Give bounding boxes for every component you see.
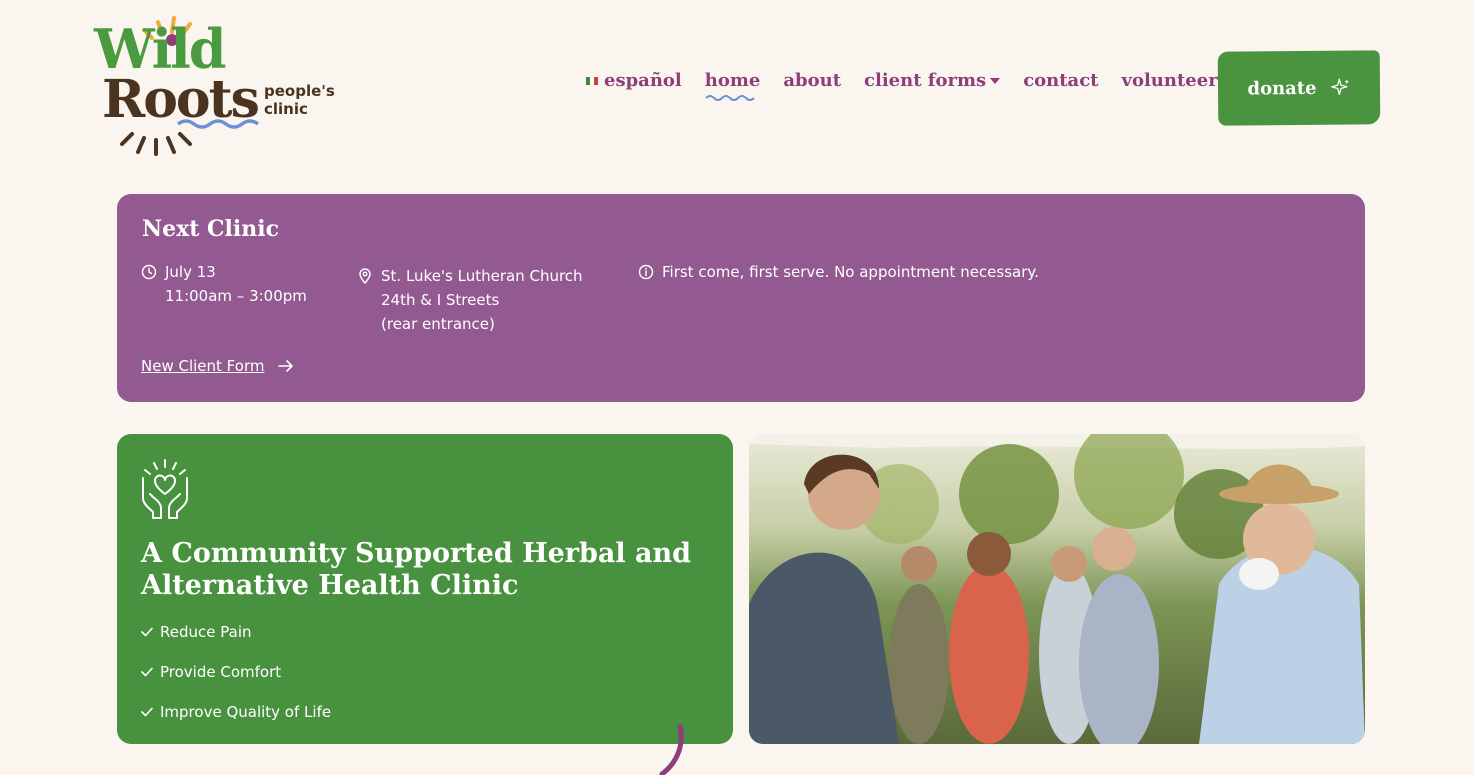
nav-item-client-forms[interactable]: client forms — [864, 70, 1001, 91]
new-client-form-label: New Client Form — [141, 357, 265, 375]
main-nav: español home about client forms contact … — [586, 70, 1241, 101]
market-scene-illustration — [749, 434, 1365, 744]
clinic-note-info: First come, first serve. No appointment … — [638, 260, 1039, 284]
info-icon — [638, 264, 654, 280]
hero-title: A Community Supported Herbal and Alterna… — [141, 538, 692, 601]
caret-down-icon — [990, 77, 1001, 84]
clinic-community-photo — [749, 434, 1365, 744]
clinic-time: 11:00am – 3:00pm — [165, 287, 307, 305]
list-item: Provide Comfort — [141, 652, 331, 692]
arrow-right-icon — [278, 360, 294, 372]
nav-item-about[interactable]: about — [783, 70, 841, 91]
nav-item-contact[interactable]: contact — [1023, 70, 1098, 91]
benefit-label: Provide Comfort — [160, 663, 282, 681]
list-item: Reduce Pain — [141, 612, 331, 652]
new-client-form-link[interactable]: New Client Form — [141, 357, 294, 375]
heart-hands-icon — [142, 459, 188, 519]
clinic-location-street: 24th & I Streets — [381, 291, 500, 309]
nav-label: volunteer — [1121, 70, 1218, 91]
nav-label: contact — [1023, 70, 1099, 91]
benefit-label: Improve Quality of Life — [160, 703, 332, 721]
clinic-date: July 13 — [165, 263, 216, 281]
check-icon — [141, 627, 153, 637]
logo-tagline: people's clinic — [264, 82, 335, 118]
logo-wordmark-roots: Roots — [102, 69, 260, 130]
next-clinic-title: Next Clinic — [142, 216, 280, 242]
logo-wordmark-wild: Wild — [94, 17, 226, 81]
clinic-location-entrance: (rear entrance) — [381, 315, 495, 333]
map-pin-icon — [359, 268, 371, 284]
nav-label: home — [704, 70, 761, 91]
check-icon — [141, 667, 153, 677]
clock-icon — [141, 264, 157, 280]
nav-label: client forms — [864, 70, 987, 91]
clinic-note: First come, first serve. No appointment … — [662, 263, 1039, 281]
nav-label: español — [604, 70, 682, 91]
nav-item-espanol[interactable]: español — [586, 70, 682, 91]
clinic-location-info: St. Luke's Lutheran Church 24th & I Stre… — [357, 264, 583, 336]
clinic-location-name: St. Luke's Lutheran Church — [381, 267, 583, 285]
benefit-label: Reduce Pain — [160, 623, 252, 641]
decorative-swirl-icon — [659, 724, 684, 775]
site-logo[interactable]: Wild Roots people's clinic — [92, 12, 352, 162]
clinic-date-info: July 13 11:00am – 3:00pm — [141, 260, 307, 308]
sparkle-icon — [1330, 78, 1349, 95]
nav-item-volunteer[interactable]: volunteer — [1122, 70, 1218, 91]
nav-item-home[interactable]: home — [704, 70, 761, 101]
check-icon — [141, 707, 153, 717]
mexico-flag-icon — [586, 76, 598, 85]
hero-benefit-list: Reduce Pain Provide Comfort Improve Qual… — [141, 612, 331, 732]
next-clinic-card: Next Clinic July 13 11:00am – 3:00pm St.… — [117, 194, 1365, 402]
page: Wild Roots people's clinic español home … — [0, 0, 1474, 775]
nav-label: about — [783, 70, 842, 91]
hero-card: A Community Supported Herbal and Alterna… — [117, 434, 733, 744]
donate-label: donate — [1247, 77, 1317, 99]
list-item: Improve Quality of Life — [141, 692, 331, 732]
donate-button[interactable]: donate — [1217, 50, 1381, 126]
active-underline-wave-icon — [705, 95, 755, 101]
